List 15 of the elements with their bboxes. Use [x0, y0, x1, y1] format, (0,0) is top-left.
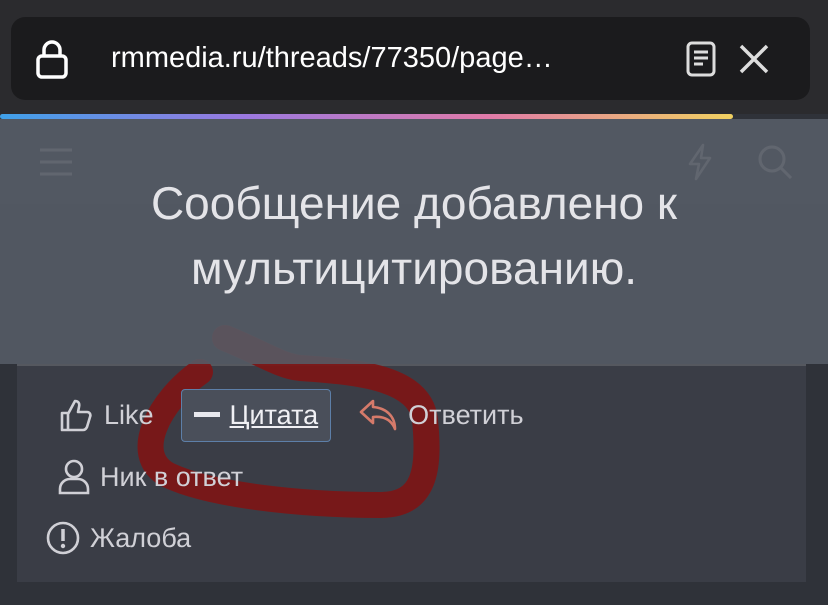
minus-icon — [194, 412, 220, 418]
person-icon — [58, 459, 90, 495]
reply-button[interactable]: Ответить — [345, 387, 537, 443]
exclamation-icon — [46, 521, 80, 555]
address-bar[interactable]: rmmedia.ru/threads/77350/page… — [11, 17, 810, 100]
toast-message: Сообщение добавлено к мультицитированию. — [150, 176, 678, 296]
lock-icon — [35, 38, 69, 78]
reply-arrow-icon — [358, 398, 398, 432]
reader-icon[interactable] — [686, 40, 716, 76]
close-icon[interactable] — [738, 42, 770, 74]
mention-button[interactable]: Ник в ответ — [45, 448, 256, 506]
quote-button[interactable]: Цитата — [180, 388, 332, 442]
like-button[interactable]: Like — [45, 386, 167, 444]
thumbs-up-icon — [58, 397, 94, 433]
report-button[interactable]: Жалоба — [45, 510, 204, 566]
